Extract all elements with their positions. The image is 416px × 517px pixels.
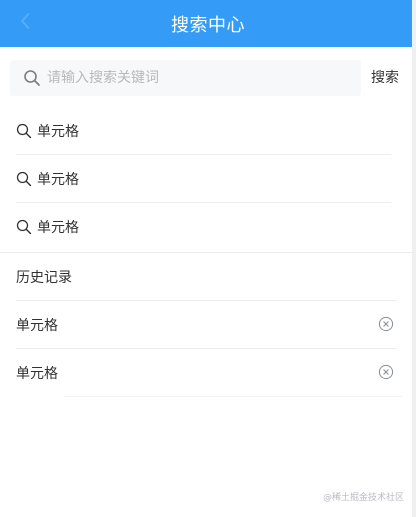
suggestion-label: 单元格: [37, 220, 79, 236]
search-input[interactable]: [47, 70, 337, 86]
search-page: 搜索中心 搜索 单元格: [0, 0, 416, 517]
search-icon: [23, 69, 41, 87]
search-icon: [16, 123, 32, 139]
back-button[interactable]: [14, 11, 36, 35]
nav-bar: 搜索中心: [0, 0, 412, 47]
page-title: 搜索中心: [171, 14, 245, 36]
suggestion-label: 单元格: [37, 124, 79, 140]
search-icon: [16, 219, 32, 235]
search-button[interactable]: 搜索: [371, 67, 399, 87]
history-list: 单元格 单元格: [0, 301, 412, 397]
suggestion-list: 单元格 单元格 单元格: [0, 107, 412, 251]
suggestion-label: 单元格: [37, 172, 79, 188]
search-bar: 搜索: [0, 58, 412, 98]
suggestion-item[interactable]: 单元格: [0, 107, 412, 155]
suggestion-item[interactable]: 单元格: [0, 155, 412, 203]
history-item[interactable]: 单元格: [0, 349, 412, 397]
search-icon: [16, 171, 32, 187]
clear-icon[interactable]: [378, 364, 394, 380]
scroll-edge: [412, 0, 416, 517]
clear-icon[interactable]: [378, 316, 394, 332]
watermark: @稀土掘金技术社区: [322, 493, 404, 503]
history-title: 历史记录: [16, 253, 396, 301]
search-box[interactable]: [10, 60, 361, 96]
chevron-left-icon: [19, 12, 31, 34]
history-label: 单元格: [16, 318, 58, 334]
history-item[interactable]: 单元格: [0, 301, 412, 349]
suggestion-item[interactable]: 单元格: [0, 203, 412, 251]
history-label: 单元格: [16, 366, 58, 382]
